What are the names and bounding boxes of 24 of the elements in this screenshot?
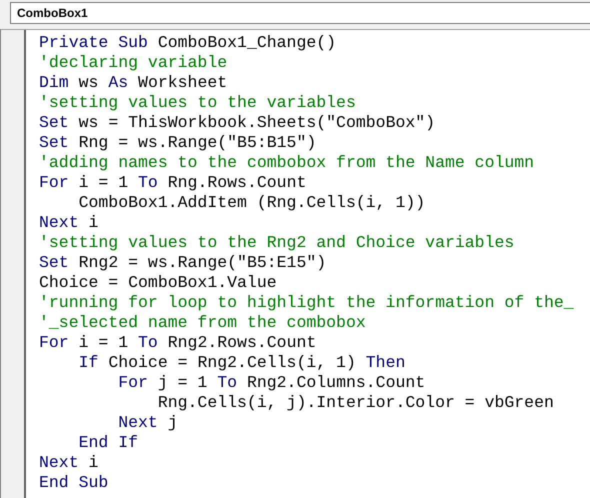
code-line: Next j: [117, 413, 179, 433]
code-line: '_selected name from the combobox: [39, 313, 367, 333]
code-line: 'setting values to the Rng2 and Choice variables: [39, 233, 516, 253]
code-line: ComboBox1.AddItem (Rng.Cells(i, 1)): [78, 193, 426, 213]
code-line: End If: [78, 433, 140, 453]
code-line: 'setting values to the variables: [39, 93, 357, 113]
code-line: Private Sub ComboBox1_Change(): [39, 33, 338, 53]
code-line: For i = 1 To Rng.Rows.Count: [39, 173, 308, 193]
code-line: Set Rng2 = ws.Range("B5:E15"): [39, 253, 328, 273]
code-line: Set ws = ThisWorkbook.Sheets("ComboBox"): [39, 113, 436, 133]
code-line: Dim ws As Worksheet: [39, 73, 228, 93]
code-line: 'adding names to the combobox from the Name column: [39, 153, 536, 173]
code-line: If Choice = Rng2.Cells(i, 1) Then: [78, 353, 406, 373]
code-line: Next i: [39, 213, 100, 233]
code-line: For j = 1 To Rng2.Columns.Count: [117, 373, 426, 393]
code-line: Choice = ComboBox1.Value: [39, 273, 278, 293]
code-line: Rng.Cells(i, j).Interior.Color = vbGreen: [156, 393, 555, 413]
code-line: Next i: [39, 453, 100, 473]
code-line: 'running for loop to highlight the information of the_: [39, 293, 575, 313]
code-line: 'declaring variable: [39, 53, 228, 73]
code-line: End Sub: [39, 473, 110, 493]
object-dropdown[interactable]: ComboBox1: [10, 2, 590, 24]
code-line: For i = 1 To Rng2.Rows.Count: [39, 333, 318, 353]
code-line: Set Rng = ws.Range("B5:B15"): [39, 133, 318, 153]
